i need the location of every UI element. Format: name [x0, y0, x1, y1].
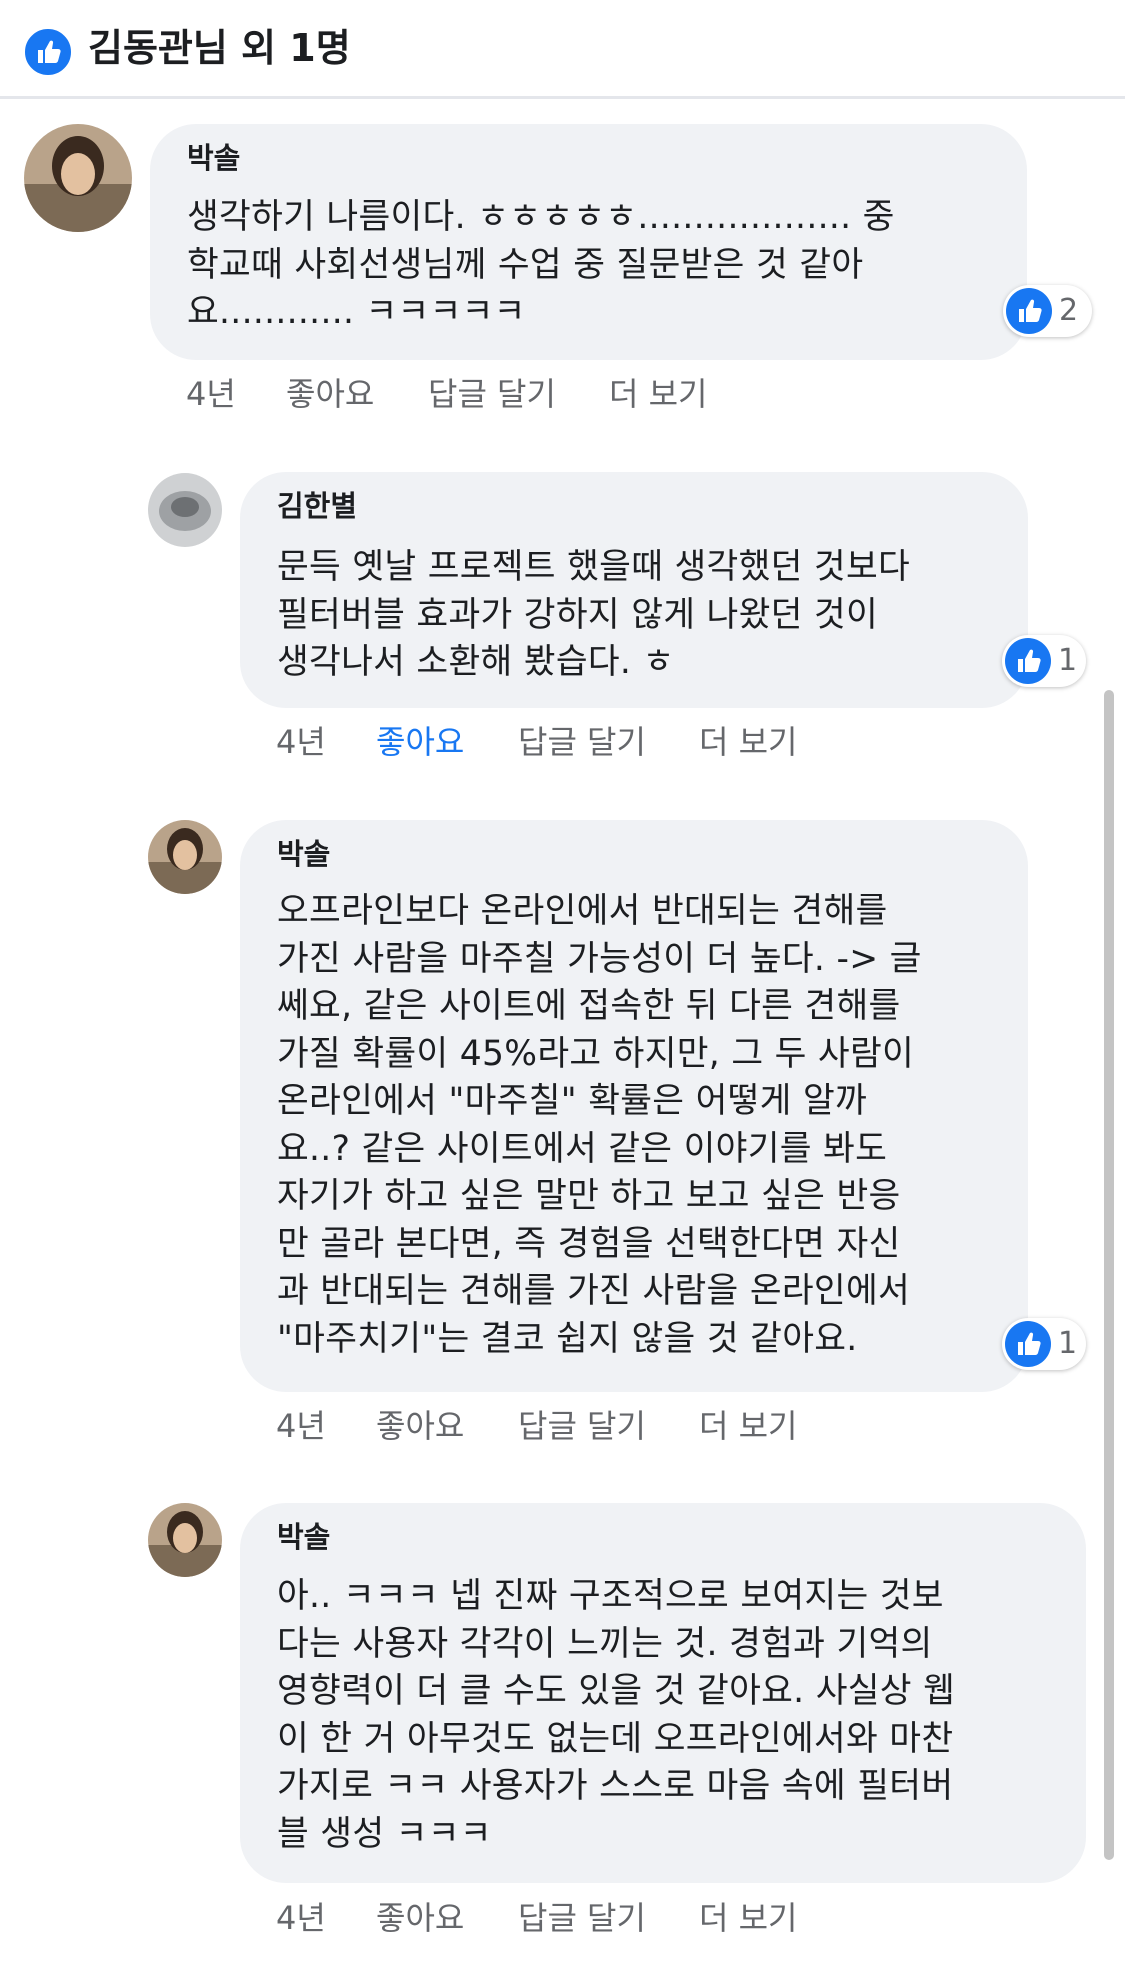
reaction-count-badge[interactable]: 2	[1003, 285, 1092, 337]
avatar[interactable]	[148, 820, 222, 894]
reaction-count-badge[interactable]: 1	[1002, 635, 1086, 687]
comment-time[interactable]: 4년	[186, 372, 236, 416]
comment-actions: 4년 좋아요 답글 달기 더 보기	[276, 1404, 976, 1448]
comment-bubble: 김한별 문득 옛날 프로젝트 했을때 생각했던 것보다 필터버블 효과가 강하지…	[240, 472, 1028, 708]
avatar[interactable]	[24, 124, 132, 232]
thumbs-up-icon	[1006, 288, 1052, 334]
scrollbar[interactable]	[1104, 690, 1114, 1860]
comment-bubble: 박솔 생각하기 나름이다. ㅎㅎㅎㅎㅎ................... 중…	[150, 124, 1027, 360]
like-button[interactable]: 좋아요	[376, 720, 464, 764]
avatar[interactable]	[148, 1503, 222, 1577]
thumbs-up-icon	[1005, 1321, 1051, 1367]
like-button[interactable]: 좋아요	[286, 372, 374, 416]
comment-bubble: 박솔 아.. ㅋㅋㅋ 넵 진짜 구조적으로 보여지는 것보 다는 사용자 각각이…	[240, 1503, 1086, 1883]
more-button[interactable]: 더 보기	[699, 1896, 798, 1940]
comment-time[interactable]: 4년	[276, 1404, 326, 1448]
reply-button[interactable]: 답글 달기	[518, 1404, 646, 1448]
comment-time[interactable]: 4년	[276, 720, 326, 764]
reply-button[interactable]: 답글 달기	[428, 372, 556, 416]
header-title: 김동관님 외 1명	[88, 26, 351, 70]
comment-author[interactable]: 박솔	[187, 138, 240, 178]
comment-author[interactable]: 박솔	[277, 834, 330, 874]
like-button[interactable]: 좋아요	[376, 1896, 464, 1940]
comment-actions: 4년 좋아요 답글 달기 더 보기	[276, 720, 976, 764]
reaction-count: 1	[1058, 1326, 1078, 1361]
reply-button[interactable]: 답글 달기	[518, 720, 646, 764]
reaction-count: 2	[1059, 293, 1079, 328]
comment-text: 아.. ㅋㅋㅋ 넵 진짜 구조적으로 보여지는 것보 다는 사용자 각각이 느끼…	[277, 1576, 956, 1854]
comment-bubble: 박솔 오프라인보다 온라인에서 반대되는 견해를 가진 사람을 마주칠 가능성이…	[240, 820, 1028, 1392]
comment-time[interactable]: 4년	[276, 1896, 326, 1940]
comment-text: 생각하기 나름이다. ㅎㅎㅎㅎㅎ................... 중 학교…	[187, 197, 895, 332]
reaction-count: 1	[1058, 643, 1078, 678]
comment-text: 문득 옛날 프로젝트 했을때 생각했던 것보다 필터버블 효과가 강하지 않게 …	[277, 547, 911, 682]
more-button[interactable]: 더 보기	[609, 372, 708, 416]
reactions-header[interactable]: 김동관님 외 1명	[0, 0, 1125, 99]
comment-text: 오프라인보다 온라인에서 반대되는 견해를 가진 사람을 마주칠 가능성이 더 …	[277, 891, 922, 1359]
thumbs-up-icon	[1005, 638, 1051, 684]
reply-button[interactable]: 답글 달기	[518, 1896, 646, 1940]
like-button[interactable]: 좋아요	[376, 1404, 464, 1448]
comment-actions: 4년 좋아요 답글 달기 더 보기	[186, 372, 886, 416]
avatar[interactable]	[148, 473, 222, 547]
comment-author[interactable]: 김한별	[277, 486, 357, 526]
comment-author[interactable]: 박솔	[277, 1517, 330, 1557]
reaction-count-badge[interactable]: 1	[1002, 1318, 1086, 1370]
comment-actions: 4년 좋아요 답글 달기 더 보기	[276, 1896, 976, 1940]
thumbs-up-icon	[22, 26, 74, 78]
more-button[interactable]: 더 보기	[699, 720, 798, 764]
more-button[interactable]: 더 보기	[699, 1404, 798, 1448]
